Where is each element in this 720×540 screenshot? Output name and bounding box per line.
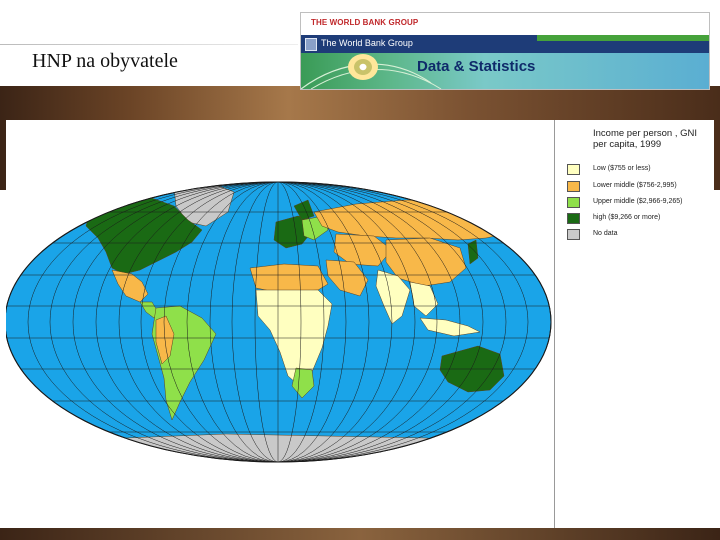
antarctica <box>15 433 547 462</box>
legend-swatch <box>567 229 580 240</box>
legend-label: Upper middle ($2,966-9,265) <box>593 198 683 205</box>
legend-swatch <box>567 181 580 192</box>
world-income-map <box>4 120 555 529</box>
logo-bar-text: The World Bank Group <box>321 38 413 48</box>
legend-label: Low ($755 or less) <box>593 165 651 172</box>
legend-swatch <box>567 164 580 175</box>
world-bank-emblem-icon <box>305 38 317 51</box>
world-bank-logo-banner: THE WORLD BANK GROUP The World Bank Grou… <box>300 12 710 90</box>
africa-north <box>249 263 329 293</box>
slide-title: HNP na obyvatele <box>32 50 178 72</box>
title-underline <box>0 44 298 45</box>
map-legend: Income per person , GNI per capita, 1999… <box>555 120 714 528</box>
logo-green-stripe <box>537 35 709 41</box>
legend-label: high ($9,266 or more) <box>593 214 661 221</box>
legend-label: Lower middle ($756-2,995) <box>593 182 677 189</box>
legend-label: No data <box>593 230 618 237</box>
bottom-decorative-bar <box>0 528 720 540</box>
legend-swatch <box>567 197 580 208</box>
data-statistics-label: Data & Statistics <box>417 58 536 75</box>
legend-swatch <box>567 213 580 224</box>
world-bank-group-label: THE WORLD BANK GROUP <box>311 18 419 27</box>
legend-title: Income per person , GNI per capita, 1999 <box>593 128 698 150</box>
new-zealand <box>515 391 525 413</box>
